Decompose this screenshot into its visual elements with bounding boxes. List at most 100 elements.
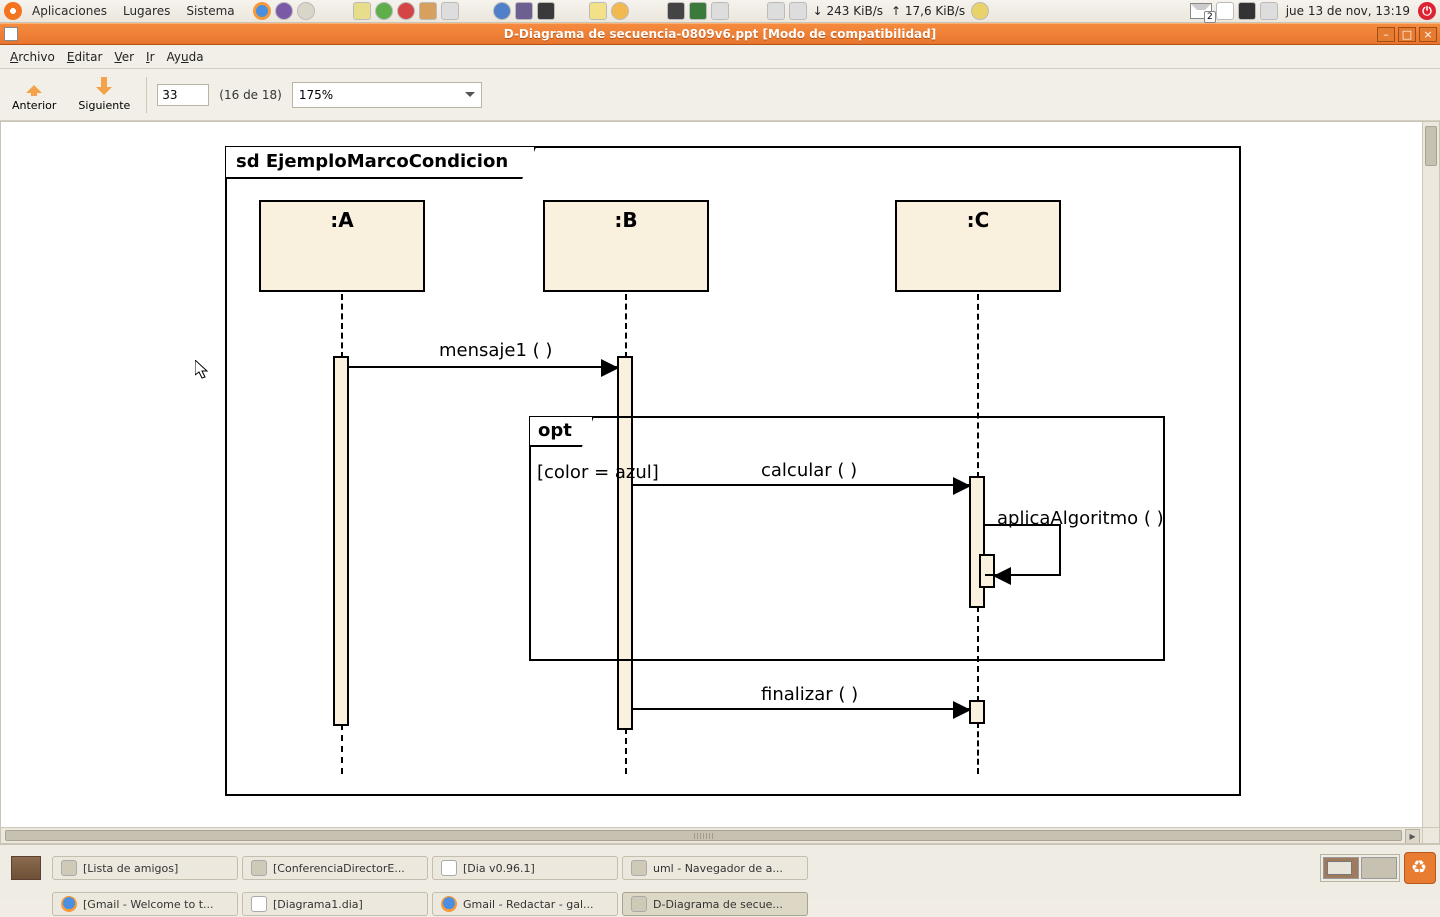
tray-icon[interactable] xyxy=(767,2,785,20)
sysmon-icon[interactable] xyxy=(689,2,707,20)
opt-guard: [color = azul] xyxy=(537,462,659,483)
power-button-icon[interactable]: ⏻ xyxy=(1418,2,1436,20)
lifeline-b-dash xyxy=(625,728,627,774)
minimize-button[interactable]: – xyxy=(1377,27,1395,42)
mouse-cursor-icon xyxy=(195,360,211,380)
menu-editar[interactable]: Editar xyxy=(63,48,107,66)
vertical-scrollbar[interactable] xyxy=(1422,122,1439,827)
activation-c2 xyxy=(969,700,985,724)
taskbar-item[interactable]: [Diagrama1.dia] xyxy=(242,892,428,916)
scrollbar-corner xyxy=(1422,827,1439,843)
mail-count-badge: 2 xyxy=(1204,11,1216,23)
firefox-icon xyxy=(441,896,457,912)
task-label: [Diagrama1.dia] xyxy=(273,898,363,911)
menu-archivo[interactable]: Archivo xyxy=(6,48,59,66)
window-titlebar[interactable]: D-Diagrama de secuencia-0809v6.ppt [Modo… xyxy=(0,23,1440,45)
task-label: uml - Navegador de a... xyxy=(653,862,783,875)
arrowhead-icon xyxy=(953,477,971,495)
launcher-icon[interactable] xyxy=(397,2,415,20)
launcher-icon[interactable] xyxy=(419,2,437,20)
tray-icon[interactable] xyxy=(1216,2,1234,20)
taskbar-item[interactable]: [Dia v0.96.1] xyxy=(432,856,618,880)
ubuntu-logo-icon[interactable] xyxy=(4,2,22,20)
system-menu[interactable]: Sistema xyxy=(180,2,240,20)
app-icon xyxy=(251,860,267,876)
lifeline-a-dash xyxy=(341,294,343,358)
taskbar-item[interactable]: uml - Navegador de a... xyxy=(622,856,808,880)
apps-menu[interactable]: Aplicaciones xyxy=(26,2,113,20)
opt-frame-label: opt xyxy=(530,417,594,447)
sd-frame-title: sd EjemploMarcoCondicion xyxy=(226,147,536,179)
launcher-icon[interactable] xyxy=(353,2,371,20)
launcher-icon[interactable] xyxy=(537,2,555,20)
clock[interactable]: jue 13 de nov, 13:19 xyxy=(1282,4,1414,18)
app-menubar: Archivo Editar Ver Ir Ayuda xyxy=(0,45,1440,69)
chevron-down-icon xyxy=(465,92,475,102)
close-button[interactable]: × xyxy=(1419,27,1437,42)
workspace-2[interactable] xyxy=(1361,857,1397,879)
taskbar-item[interactable]: [ConferenciaDirectorE... xyxy=(242,856,428,880)
launcher-icon[interactable] xyxy=(375,2,393,20)
arrowhead-icon xyxy=(601,359,619,377)
activation-a xyxy=(333,356,349,726)
gnome-bottom-panel: [Lista de amigos] [ConferenciaDirectorE.… xyxy=(0,844,1440,900)
menu-ver[interactable]: Ver xyxy=(110,48,138,66)
launcher-icon[interactable] xyxy=(297,2,315,20)
page-count-label: (16 de 18) xyxy=(219,88,282,102)
taskbar-item[interactable]: [Gmail - Welcome to t... xyxy=(52,892,238,916)
msg-finalizar xyxy=(633,708,969,710)
lifeline-b-dash xyxy=(625,294,627,358)
firefox-launcher-icon[interactable] xyxy=(253,2,271,20)
menu-ayuda[interactable]: Ayuda xyxy=(163,48,208,66)
scrollbar-thumb[interactable] xyxy=(1425,126,1437,166)
launcher-icon[interactable] xyxy=(441,2,459,20)
horizontal-scrollbar[interactable]: ▸ xyxy=(1,827,1422,843)
launcher-icon[interactable] xyxy=(589,2,607,20)
msg-calcular xyxy=(633,484,969,486)
document-viewport: sd EjemploMarcoCondicion :A :B :C mensaj… xyxy=(0,121,1440,844)
volume-icon[interactable] xyxy=(1260,2,1278,20)
arrow-down-icon xyxy=(91,77,117,97)
taskbar-item[interactable]: Gmail - Redactar - gal... xyxy=(432,892,618,916)
workspace-1[interactable] xyxy=(1323,857,1359,879)
scrollbar-thumb[interactable] xyxy=(5,830,1402,841)
pidgin-launcher-icon[interactable] xyxy=(275,2,293,20)
prev-page-button[interactable]: Anterior xyxy=(6,75,62,114)
zoom-value: 175% xyxy=(299,88,333,102)
weather-icon[interactable] xyxy=(971,2,989,20)
slide-canvas: sd EjemploMarcoCondicion :A :B :C mensaj… xyxy=(7,122,1421,827)
gnome-top-panel: Aplicaciones Lugares Sistema ↓ 243 KiB/s… xyxy=(0,0,1440,23)
msg-aplica-label: aplicaAlgoritmo ( ) xyxy=(997,508,1164,529)
msg-finalizar-label: finalizar ( ) xyxy=(761,684,858,705)
maximize-button[interactable]: □ xyxy=(1398,27,1416,42)
menu-ir[interactable]: Ir xyxy=(142,48,158,66)
show-desktop-button[interactable] xyxy=(4,846,48,890)
taskbar-item[interactable]: [Lista de amigos] xyxy=(52,856,238,880)
msg-mensaje1-label: mensaje1 ( ) xyxy=(439,340,552,361)
launcher-icon[interactable] xyxy=(515,2,533,20)
task-label: D-Diagrama de secue... xyxy=(653,898,783,911)
lifeline-a: :A xyxy=(259,200,425,292)
arrowhead-icon xyxy=(953,701,971,719)
scroll-right-button[interactable]: ▸ xyxy=(1405,829,1420,844)
zoom-combobox[interactable]: 175% xyxy=(292,82,482,108)
task-label: [ConferenciaDirectorE... xyxy=(273,862,405,875)
tray-icon[interactable] xyxy=(711,2,729,20)
launcher-icon[interactable] xyxy=(493,2,511,20)
workspace-switcher[interactable] xyxy=(1320,854,1400,882)
launcher-icon[interactable] xyxy=(611,2,629,20)
lifeline-a-dash xyxy=(341,724,343,774)
taskbar-item[interactable]: D-Diagrama de secue... xyxy=(622,892,808,916)
trash-icon[interactable] xyxy=(1404,852,1436,884)
tray-icon[interactable] xyxy=(789,2,807,20)
task-label: [Dia v0.96.1] xyxy=(463,862,535,875)
msg-calcular-label: calcular ( ) xyxy=(761,460,857,481)
task-label: [Gmail - Welcome to t... xyxy=(83,898,214,911)
next-page-button[interactable]: Siguiente xyxy=(72,75,136,114)
mail-notifier-icon[interactable]: 2 xyxy=(1190,3,1212,19)
places-menu[interactable]: Lugares xyxy=(117,2,176,20)
tray-icon[interactable] xyxy=(1238,2,1256,20)
task-label: [Lista de amigos] xyxy=(83,862,178,875)
page-number-input[interactable] xyxy=(157,84,209,106)
sysmon-icon[interactable] xyxy=(667,2,685,20)
